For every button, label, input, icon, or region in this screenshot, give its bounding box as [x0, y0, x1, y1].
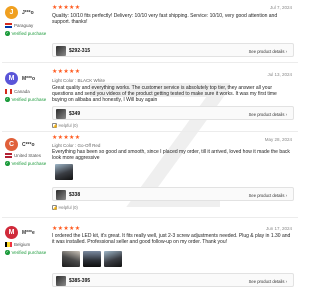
avatar: C — [5, 138, 18, 151]
see-product-details-link[interactable]: See product details › — [249, 193, 287, 198]
reviewer-country: United States — [5, 153, 41, 158]
review-date: Jul 13, 2024 — [267, 72, 292, 77]
rating-stars: ★★★★★ — [52, 69, 81, 75]
product-card[interactable]: $338 See product details › — [52, 187, 294, 201]
verified-badge: ✓ Verified purchase — [5, 31, 46, 36]
helpful-button[interactable]: 👍 Helpful (0) — [52, 123, 78, 128]
country-label: Canada — [14, 89, 30, 94]
thumbs-up-icon: 👍 — [52, 205, 58, 210]
review-card: M M***e Belgium ✓ Verified purchase ★★★★… — [0, 218, 300, 300]
reviewer-country: Canada — [5, 89, 30, 94]
flag-icon — [5, 242, 12, 247]
product-price: $338 — [69, 192, 81, 198]
verified-label: Verified purchase — [11, 250, 47, 255]
reviewer-name: M***e — [22, 230, 35, 236]
review-photo[interactable] — [62, 251, 80, 267]
product-thumbnail — [56, 109, 66, 119]
product-thumbnail — [56, 46, 66, 56]
flag-icon — [5, 153, 12, 158]
helpful-label: Helpful (0) — [58, 123, 78, 128]
reviewer-country: Paraguay — [5, 23, 33, 28]
review-text: Great quality and everything works. The … — [52, 85, 277, 103]
country-label: Belgium — [14, 242, 31, 247]
review-date: Jul 7, 2024 — [269, 5, 292, 10]
review-date: Jun 17, 2024 — [265, 226, 292, 231]
check-icon: ✓ — [5, 31, 10, 36]
verified-badge: ✓ Verified purchase — [5, 250, 46, 255]
avatar: J — [5, 6, 18, 19]
review-photo[interactable] — [104, 251, 122, 267]
review-date: May 28, 2024 — [264, 137, 292, 142]
verified-badge: ✓ Verified purchase — [5, 161, 46, 166]
review-photo[interactable] — [55, 164, 73, 180]
check-icon: ✓ — [5, 161, 10, 166]
review-text: Quality: 10/10 fits perfectly! Delivery:… — [52, 13, 278, 25]
review-card: C C***o United States ✓ Verified purchas… — [0, 132, 300, 216]
see-product-details-link[interactable]: See product details › — [249, 279, 287, 284]
verified-label: Verified purchase — [11, 161, 47, 166]
flag-icon — [5, 89, 12, 94]
verified-badge: ✓ Verified purchase — [5, 97, 46, 102]
helpful-button[interactable]: 👍 Helpful (0) — [52, 205, 78, 210]
see-product-details-link[interactable]: See product details › — [249, 49, 287, 54]
review-photo[interactable] — [83, 251, 101, 267]
review-card: M M***o Canada ✓ Verified purchase ★★★★★… — [0, 63, 300, 131]
see-product-details-link[interactable]: See product details › — [249, 112, 287, 117]
country-label: Paraguay — [14, 23, 34, 28]
product-thumbnail — [56, 276, 66, 286]
product-card[interactable]: $292-315 See product details › — [52, 43, 294, 57]
flag-icon — [5, 23, 12, 28]
product-price: $385-395 — [69, 278, 91, 284]
rating-stars: ★★★★★ — [52, 135, 81, 141]
review-text: Everything has been so good and smooth, … — [52, 149, 290, 161]
verified-label: Verified purchase — [11, 31, 47, 36]
product-price: $292-315 — [69, 48, 91, 54]
check-icon: ✓ — [5, 97, 10, 102]
country-label: United States — [14, 153, 42, 158]
product-price: $349 — [69, 111, 81, 117]
reviewer-name: C***o — [22, 142, 35, 148]
rating-stars: ★★★★★ — [52, 5, 81, 11]
verified-label: Verified purchase — [11, 97, 47, 102]
rating-stars: ★★★★★ — [52, 226, 81, 232]
variant-label: Light Color : BLACK White — [52, 78, 106, 83]
product-card[interactable]: $385-395 See product details › — [52, 273, 294, 287]
check-icon: ✓ — [5, 250, 10, 255]
avatar: M — [5, 226, 18, 239]
avatar: M — [5, 72, 18, 85]
product-thumbnail — [56, 190, 66, 200]
review-card: J J***o Paraguay ✓ Verified purchase ★★★… — [0, 0, 300, 60]
review-text: I ordered the LED kit, it's great. It fi… — [52, 233, 291, 245]
reviewer-country: Belgium — [5, 242, 30, 247]
variant-label: Light Color : Go-Off Red — [52, 143, 101, 148]
reviewer-name: J***o — [22, 10, 34, 16]
helpful-label: Helpful (0) — [58, 205, 78, 210]
reviewer-name: M***o — [22, 76, 36, 82]
product-card[interactable]: $349 See product details › — [52, 106, 294, 120]
thumbs-up-icon: 👍 — [52, 123, 58, 128]
